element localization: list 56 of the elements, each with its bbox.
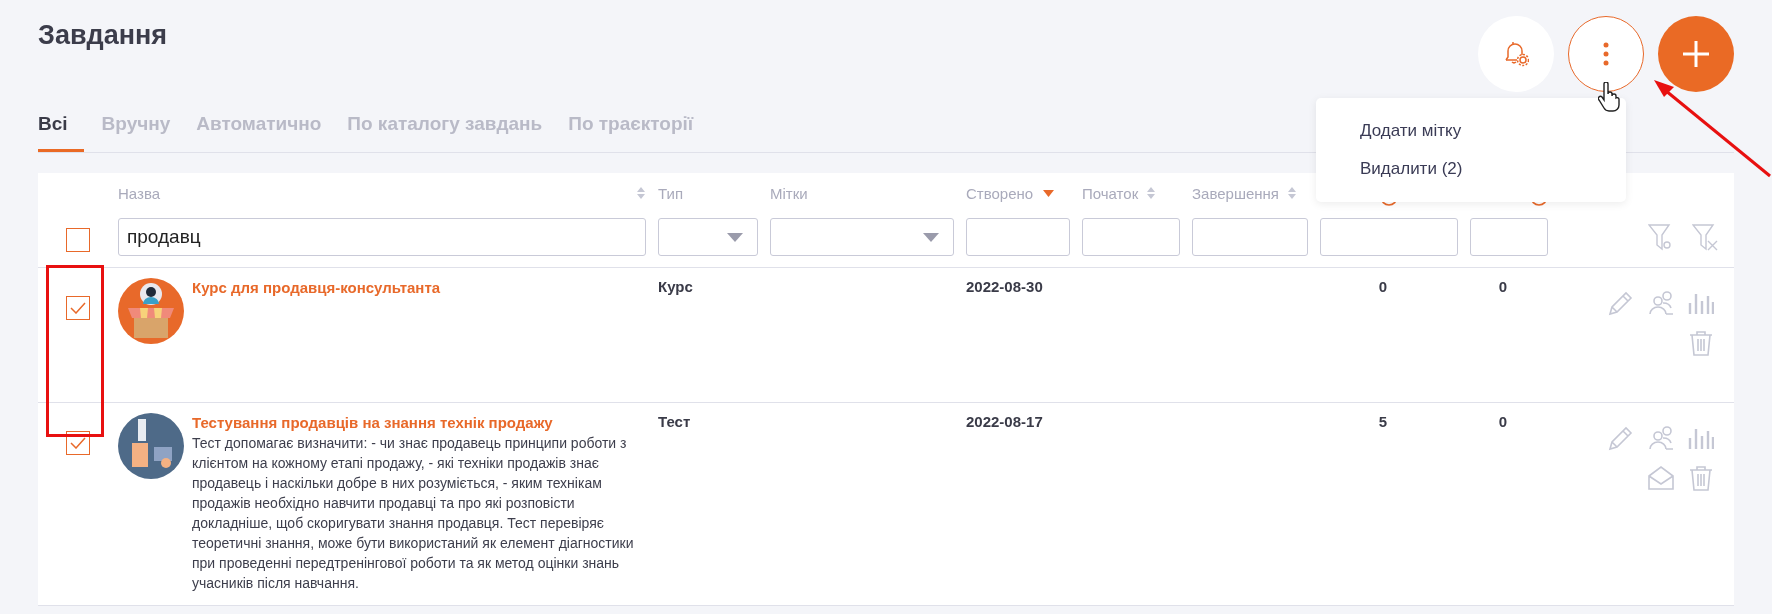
- filter-settings-icon[interactable]: [1648, 223, 1674, 251]
- menu-item[interactable]: Видалити (2): [1316, 150, 1626, 188]
- edit-icon[interactable]: [1608, 290, 1634, 316]
- task-description: Тест допомагає визначити: - чи знає продавець принципи роботи з клієнтом на кожному етапі продажу, - які техніки продажів знає продавець і наскільки добре в них розуміється, - яким технікам продажів необхідно навчити продавці та про які розповісти докладніше, щоб скоригувати знання продавця. Тест перевіряє теоретичні знання, може бути використаний як елемент діагностики при проведенні передтренінгової роботи та як метод оцінки знань учасників після навчання.: [192, 435, 634, 591]
- caret-icon: [727, 232, 743, 242]
- select-all-checkbox[interactable]: [66, 228, 90, 252]
- clear-filter-icon[interactable]: [1692, 223, 1718, 251]
- table-cell-text: Курс: [658, 278, 694, 297]
- table-cell-text: 2022-08-30: [966, 278, 1044, 297]
- tab[interactable]: Вручну: [101, 113, 179, 152]
- filter-dropdown[interactable]: [770, 218, 954, 256]
- users-icon[interactable]: [1648, 290, 1674, 316]
- tab[interactable]: Автоматично: [196, 113, 330, 152]
- envelope-icon[interactable]: [1648, 465, 1674, 491]
- sort-icon[interactable]: [636, 186, 646, 200]
- tab[interactable]: По каталогу завдань: [347, 113, 551, 152]
- tab[interactable]: Всі: [38, 113, 84, 152]
- table-cell-text: 2022-08-17: [966, 413, 1044, 432]
- row-checkbox[interactable]: [66, 431, 90, 455]
- table-cell-text: Тест: [658, 413, 692, 432]
- page-title: Завдання: [38, 20, 168, 51]
- trash-icon[interactable]: [1688, 330, 1714, 356]
- row-checkbox[interactable]: [66, 296, 90, 320]
- table-cell-text: 0: [1377, 278, 1389, 297]
- checkmark-icon: [70, 437, 86, 449]
- filter-field[interactable]: [1470, 218, 1548, 256]
- sort-icon[interactable]: [1146, 186, 1157, 200]
- bell-gear-icon: [1503, 40, 1529, 68]
- checkmark-icon: [70, 302, 86, 314]
- task-title-link[interactable]: Курс для продавця-консультанта: [192, 278, 441, 298]
- more-icon: [1603, 42, 1609, 66]
- table-cell-text: 0: [1497, 413, 1509, 432]
- filter-field[interactable]: [1082, 218, 1180, 256]
- end-header[interactable]: Завершення: [1192, 184, 1279, 202]
- plus-icon: [1682, 40, 1710, 68]
- filter-field[interactable]: [966, 218, 1070, 256]
- users-icon[interactable]: [1648, 425, 1674, 451]
- table-cell-text: 0: [1497, 278, 1509, 297]
- edit-icon[interactable]: [1608, 425, 1634, 451]
- type-header[interactable]: Тип: [658, 184, 683, 202]
- tags-header[interactable]: Мітки: [770, 184, 808, 202]
- filter-dropdown[interactable]: [658, 218, 758, 256]
- sort-icon[interactable]: [1286, 186, 1297, 200]
- filter-field[interactable]: [1192, 218, 1308, 256]
- sort-descending-icon[interactable]: [1043, 189, 1055, 197]
- filter-field[interactable]: продавц: [118, 218, 646, 256]
- tab[interactable]: По траєкторії: [568, 113, 702, 152]
- task-title-link[interactable]: Тестування продавців на знання технік продажу: [192, 413, 642, 433]
- caret-icon: [923, 232, 939, 242]
- created-header[interactable]: Створено: [966, 184, 1034, 202]
- trash-icon[interactable]: [1688, 465, 1714, 491]
- name-header[interactable]: Назва: [118, 184, 161, 202]
- filter-field[interactable]: [1320, 218, 1458, 256]
- menu-item[interactable]: Додати мітку: [1316, 112, 1626, 150]
- start-header[interactable]: Початок: [1082, 184, 1139, 202]
- table-cell-text: 5: [1377, 413, 1389, 432]
